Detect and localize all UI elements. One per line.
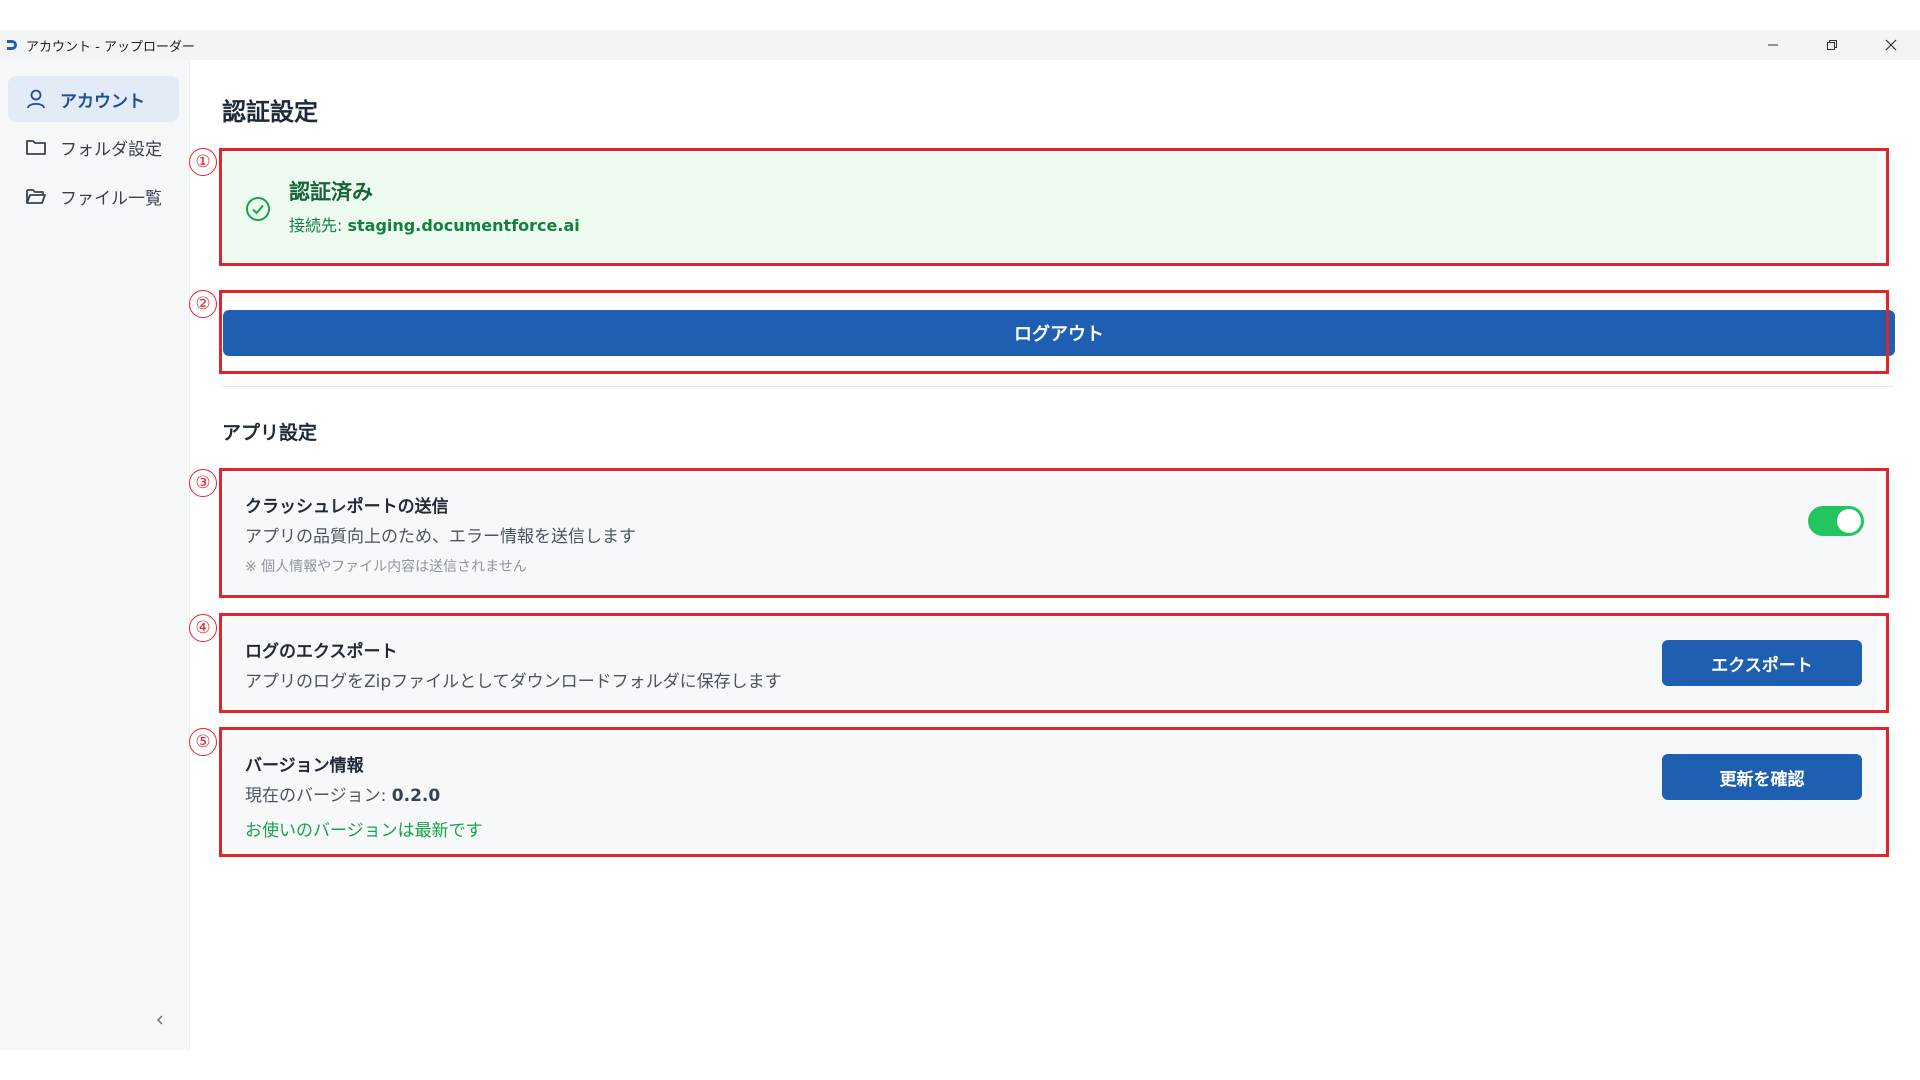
sidebar-item-file-list[interactable]: ファイル一覧 [8, 173, 179, 219]
minimize-button[interactable] [1743, 30, 1802, 60]
sidebar-item-label: フォルダ設定 [60, 139, 162, 160]
window-controls [1743, 30, 1920, 60]
annotation-number-3: ③ [189, 469, 217, 497]
sidebar-item-folder-settings[interactable]: フォルダ設定 [8, 124, 179, 170]
user-icon [24, 87, 48, 111]
annotation-box-5 [219, 727, 1889, 857]
annotation-box-3 [219, 468, 1889, 598]
annotation-box-4 [219, 613, 1889, 713]
app-settings-heading: アプリ設定 [222, 422, 318, 444]
annotation-number-5: ⑤ [189, 728, 217, 756]
section-divider [222, 386, 1894, 387]
sidebar-item-account[interactable]: アカウント [8, 76, 179, 122]
sidebar-item-label: ファイル一覧 [60, 188, 162, 209]
title-bar: アカウント - アップローダー [0, 30, 1920, 60]
close-icon [1885, 39, 1896, 51]
annotation-number-4: ④ [189, 614, 217, 642]
annotation-number-1: ① [189, 148, 217, 176]
app-logo-icon [7, 40, 17, 50]
minimize-icon [1767, 44, 1778, 46]
folder-icon [24, 135, 48, 159]
close-button[interactable] [1861, 30, 1920, 60]
sidebar-item-label: アカウント [60, 91, 145, 112]
sidebar-collapse-button[interactable] [150, 1010, 170, 1030]
annotation-number-2: ② [189, 290, 217, 318]
chevron-left-icon [156, 1015, 163, 1025]
annotation-box-1 [219, 148, 1889, 266]
window-title: アカウント - アップローダー [26, 39, 195, 55]
folder-open-icon [24, 184, 48, 208]
restore-icon [1826, 40, 1837, 50]
sidebar: アカウント フォルダ設定 ファイル一覧 [0, 60, 190, 1050]
annotation-box-2 [219, 290, 1889, 374]
main-content: 認証設定 ① 認証済み 接続先: staging.documentforce.a… [189, 60, 1920, 1050]
restore-button[interactable] [1802, 30, 1861, 60]
auth-settings-heading: 認証設定 [222, 98, 318, 126]
